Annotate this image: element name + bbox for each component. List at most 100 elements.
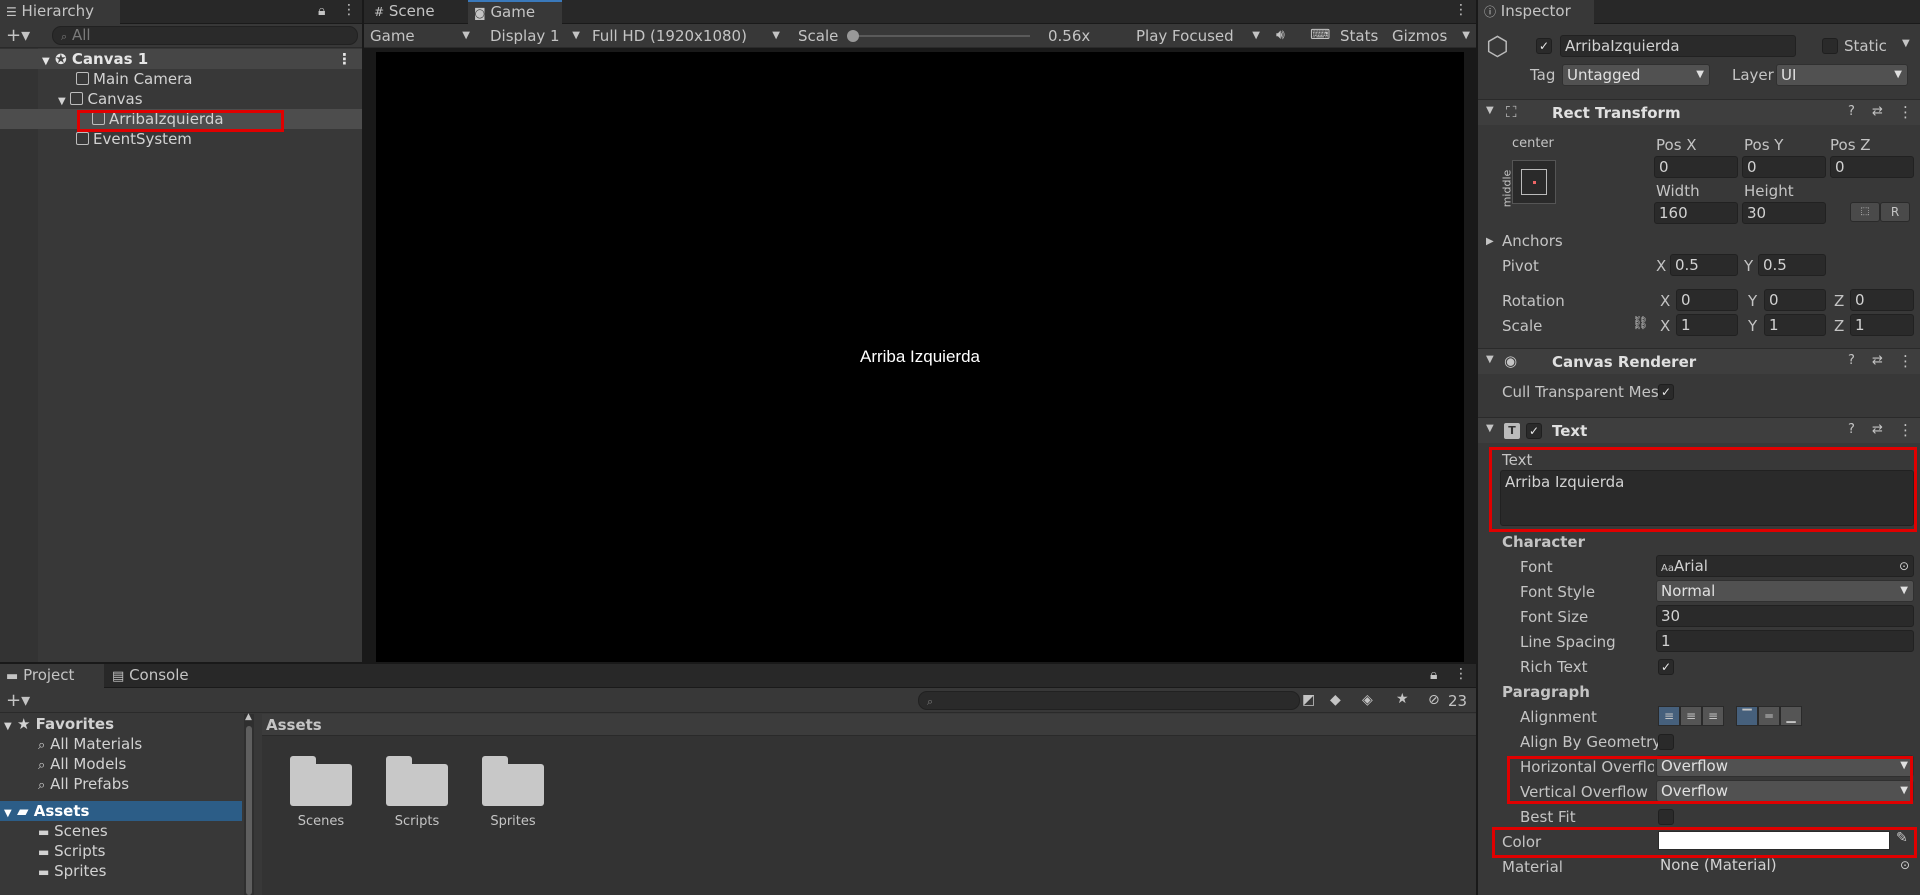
more-menu-icon[interactable]: ⋮ — [337, 49, 352, 69]
help-icon[interactable]: ? — [1848, 104, 1855, 119]
add-button[interactable]: +▾ — [6, 690, 30, 711]
expand-arrow-icon[interactable]: ▼ — [1486, 105, 1494, 116]
folder-tile-label[interactable]: Sprites — [464, 814, 562, 829]
folder-tile-scripts-icon[interactable] — [386, 756, 448, 806]
height-input[interactable]: 30 — [1742, 202, 1826, 224]
collapse-arrow-icon[interactable]: ▶ — [1486, 236, 1494, 247]
font-object-field[interactable]: AaArial ⊙ — [1656, 555, 1914, 577]
tab-hierarchy[interactable]: ☰ Hierarchy — [0, 0, 120, 24]
align-bottom-icon[interactable]: ▁ — [1780, 706, 1802, 726]
add-button[interactable]: +▾ — [6, 25, 30, 46]
more-menu-icon[interactable]: ⋮ — [1898, 352, 1913, 370]
expand-arrow-icon[interactable]: ▼ — [1486, 423, 1494, 434]
pivot-x-input[interactable]: 0.5 — [1670, 254, 1738, 276]
star-icon[interactable]: ★ — [1396, 691, 1409, 707]
hierarchy-item-canvas[interactable]: ▼ Canvas — [0, 89, 362, 109]
tab-scene[interactable]: # Scene — [368, 0, 468, 24]
stats-button[interactable]: Stats — [1340, 27, 1378, 45]
splitter[interactable] — [0, 662, 1476, 664]
align-center-icon[interactable]: ≡ — [1680, 706, 1702, 726]
font-size-input[interactable]: 30 — [1656, 605, 1914, 627]
object-picker-icon[interactable]: ⊙ — [1900, 855, 1910, 875]
more-menu-icon[interactable]: ⋮ — [1454, 666, 1468, 682]
text-component-header[interactable]: ▼ T ✓ Text ? ⇄ ⋮ — [1478, 417, 1920, 443]
hidden-eye-icon[interactable]: ⊘ — [1428, 692, 1440, 708]
resolution-dropdown[interactable]: Full HD (1920x1080) ▼ — [586, 24, 786, 48]
static-checkbox[interactable] — [1822, 38, 1838, 54]
splitter[interactable] — [1476, 0, 1478, 895]
gameobject-cube-icon[interactable]: ⬡ — [1486, 32, 1509, 62]
align-right-icon[interactable]: ≡ — [1702, 706, 1724, 726]
active-checkbox[interactable]: ✓ — [1536, 38, 1552, 54]
folder-tile-label[interactable]: Scenes — [272, 814, 370, 829]
more-menu-icon[interactable]: ⋮ — [1454, 2, 1468, 18]
rich-text-checkbox[interactable]: ✓ — [1658, 659, 1674, 675]
tag-dropdown[interactable]: Untagged ▼ — [1562, 64, 1710, 86]
text-enabled-checkbox[interactable]: ✓ — [1526, 423, 1542, 439]
favorites-header[interactable]: ▼ ★ Favorites — [0, 714, 240, 734]
hierarchy-item-main-camera[interactable]: Main Camera — [0, 69, 362, 89]
folder-tile-sprites-icon[interactable] — [482, 756, 544, 806]
pos-y-input[interactable]: 0 — [1742, 156, 1826, 178]
folder-item-sprites[interactable]: ▬ Sprites — [0, 861, 240, 881]
pivot-y-input[interactable]: 0.5 — [1758, 254, 1826, 276]
color-swatch[interactable] — [1658, 831, 1890, 850]
rotation-y-input[interactable]: 0 — [1764, 289, 1826, 311]
font-style-dropdown[interactable]: Normal ▼ — [1656, 580, 1914, 602]
tab-game[interactable]: ◙ Game — [468, 0, 562, 24]
tab-inspector[interactable]: ⓘ Inspector — [1478, 0, 1594, 24]
scroll-up-arrow-icon[interactable]: ▲ — [245, 712, 252, 722]
project-search-input[interactable]: ⌕ — [918, 691, 1300, 710]
anchors-foldout[interactable]: Anchors — [1502, 232, 1563, 250]
preset-icon[interactable]: ⇄ — [1872, 422, 1883, 437]
object-name-input[interactable]: ArribaIzquierda — [1560, 35, 1796, 57]
canvas-renderer-header[interactable]: ▼ ◉ Canvas Renderer ? ⇄ ⋮ — [1478, 348, 1920, 374]
pos-z-input[interactable]: 0 — [1830, 156, 1914, 178]
game-view-dropdown[interactable]: Game ▼ — [366, 24, 476, 48]
scale-slider-handle[interactable] — [847, 30, 859, 42]
gizmos-dropdown[interactable]: Gizmos ▼ — [1388, 24, 1472, 48]
horizontal-overflow-dropdown[interactable]: Overflow ▼ — [1656, 755, 1914, 777]
lock-icon[interactable]: 🔒︎ — [318, 3, 325, 19]
folder-item-scenes[interactable]: ▬ Scenes — [0, 821, 240, 841]
filter-type-icon[interactable]: ◆ — [1330, 692, 1341, 708]
cull-transparent-checkbox[interactable]: ✓ — [1658, 384, 1674, 400]
tab-project[interactable]: ▬ Project — [0, 664, 104, 688]
expand-arrow-icon[interactable]: ▼ — [1486, 354, 1494, 365]
more-menu-icon[interactable]: ⋮ — [1898, 103, 1913, 121]
expand-arrow-icon[interactable]: ▼ — [4, 808, 12, 819]
vertical-overflow-dropdown[interactable]: Overflow ▼ — [1656, 780, 1914, 802]
more-menu-icon[interactable]: ⋮ — [1898, 421, 1913, 439]
play-mode-dropdown[interactable]: Play Focused ▼ — [1132, 24, 1266, 48]
keyboard-icon[interactable]: ⌨︎ — [1310, 27, 1330, 43]
text-content-textarea[interactable]: Arriba Izquierda — [1500, 470, 1914, 526]
breadcrumb-assets[interactable]: Assets — [266, 716, 322, 734]
align-top-icon[interactable]: ▔ — [1736, 706, 1758, 726]
expand-arrow-icon[interactable]: ▼ — [58, 96, 66, 107]
favorite-item[interactable]: ⌕ All Models — [0, 754, 240, 774]
folder-item-scripts[interactable]: ▬ Scripts — [0, 841, 240, 861]
lock-icon[interactable]: 🔒︎ — [1430, 667, 1437, 683]
hierarchy-item-canvas-1[interactable]: ▼ ✪ Canvas 1 ⋮ — [0, 49, 362, 69]
raw-edit-button[interactable]: R — [1880, 202, 1910, 222]
constrain-proportions-icon[interactable]: ⛓ — [1632, 316, 1649, 331]
folder-tile-label[interactable]: Scripts — [368, 814, 466, 829]
rect-transform-header[interactable]: ▼ ⛶ Rect Transform ? ⇄ ⋮ — [1478, 99, 1920, 125]
assets-folder-item[interactable]: ▼ ▰ Assets — [0, 801, 242, 821]
align-by-geometry-checkbox[interactable] — [1658, 734, 1674, 750]
material-object-field[interactable]: None (Material) ⊙ — [1656, 855, 1914, 877]
object-picker-icon[interactable]: ⊙ — [1899, 556, 1909, 576]
hierarchy-item-eventsystem[interactable]: EventSystem — [0, 129, 362, 149]
blueprint-mode-button[interactable]: ⬚ — [1850, 202, 1880, 222]
search-by-type-icon[interactable]: ◩ — [1302, 692, 1315, 708]
tree-scrollbar[interactable]: ▲ — [244, 712, 254, 895]
game-render[interactable]: Arriba Izquierda — [376, 52, 1464, 662]
label-tag-icon[interactable]: ◈ — [1362, 692, 1373, 708]
expand-arrow-icon[interactable]: ▼ — [4, 721, 12, 732]
scrollbar-thumb[interactable] — [246, 726, 252, 895]
folder-tile-scenes-icon[interactable] — [290, 756, 352, 806]
hierarchy-item-arribaizquierda[interactable]: ArribaIzquierda — [0, 109, 362, 129]
rotation-z-input[interactable]: 0 — [1850, 289, 1914, 311]
line-spacing-input[interactable]: 1 — [1656, 630, 1914, 652]
static-dropdown-arrow-icon[interactable]: ▼ — [1902, 38, 1910, 49]
